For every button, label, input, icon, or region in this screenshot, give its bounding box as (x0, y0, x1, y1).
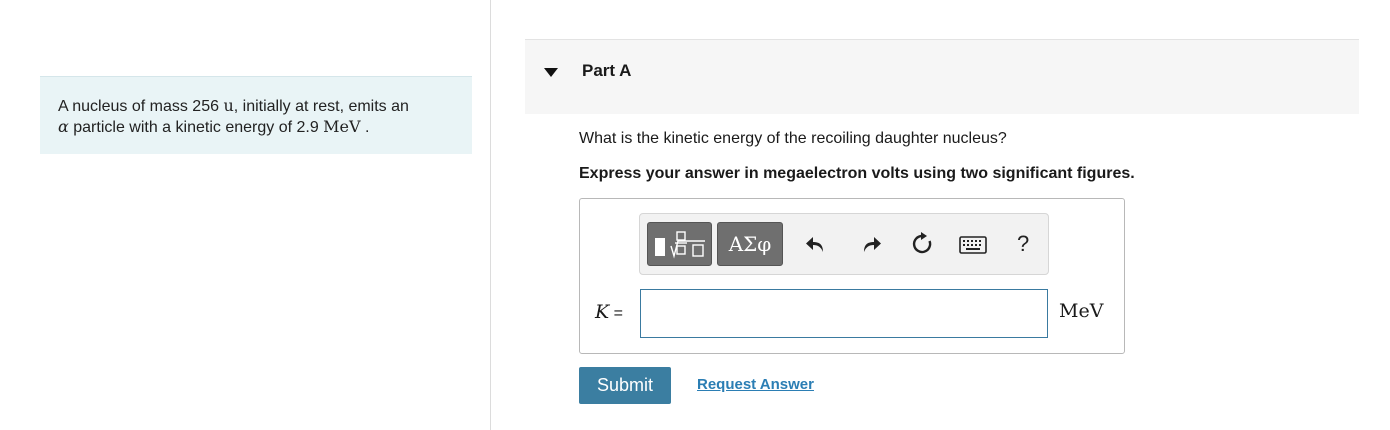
answer-unit: MeV (1059, 300, 1104, 322)
part-title: Part A (582, 61, 632, 80)
column-divider (490, 0, 491, 430)
submit-button[interactable]: Submit (579, 367, 671, 404)
problem-text-2: , initially at rest, emits an (233, 98, 409, 115)
reset-icon[interactable] (910, 232, 934, 256)
math-toolbar: ΑΣφ ? (639, 213, 1049, 275)
answer-area: ΑΣφ ? K = MeV (579, 198, 1125, 354)
variable-k: K (595, 301, 610, 323)
unit-u: u (223, 96, 234, 115)
problem-text-4: . (360, 119, 370, 136)
templates-icon (655, 238, 665, 256)
undo-icon[interactable] (805, 234, 827, 254)
sqrt-fraction-icon (670, 231, 705, 259)
answer-variable-label: K = (595, 301, 623, 324)
redo-icon[interactable] (860, 234, 882, 254)
part-a-header[interactable]: Part A (525, 39, 1359, 114)
greek-symbols-button[interactable]: ΑΣφ (717, 222, 783, 266)
instruction-text: Express your answer in megaelectron volt… (579, 165, 1135, 182)
request-answer-link[interactable]: Request Answer (697, 376, 814, 393)
problem-statement: A nucleus of mass 256 u, initially at re… (40, 76, 472, 154)
templates-button[interactable] (647, 222, 712, 266)
problem-text-3: particle with a kinetic energy of 2.9 (68, 119, 324, 136)
problem-text-1: A nucleus of mass 256 (58, 98, 224, 115)
alpha-symbol: α (58, 117, 69, 136)
unit-mev: MeV (323, 117, 361, 136)
help-icon[interactable]: ? (1017, 231, 1029, 257)
question-text: What is the kinetic energy of the recoil… (579, 130, 1007, 147)
collapse-caret-icon[interactable] (544, 68, 558, 77)
keyboard-icon[interactable] (959, 236, 987, 254)
answer-input[interactable] (640, 289, 1048, 338)
equals-sign: = (609, 305, 623, 322)
